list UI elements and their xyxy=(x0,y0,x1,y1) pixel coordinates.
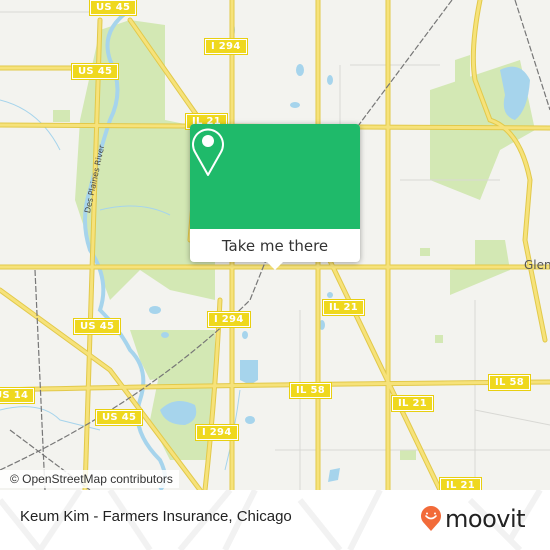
route-shield-us45: US 45 xyxy=(70,63,120,80)
route-shield-il58: IL 58 xyxy=(488,374,531,391)
route-shield-us45: US 45 xyxy=(88,0,138,16)
route-shield-us45: US 45 xyxy=(94,409,144,426)
route-shield-i294: I 294 xyxy=(207,311,251,328)
footer: Keum Kim - Farmers Insurance, Chicago mo… xyxy=(0,490,550,550)
place-title: Keum Kim - Farmers Insurance, Chicago xyxy=(20,508,292,525)
take-me-there-button[interactable]: Take me there xyxy=(190,229,360,262)
map-pin-icon xyxy=(192,128,224,176)
moovit-pin-smile-icon xyxy=(421,506,441,531)
place-label: Glen xyxy=(524,258,550,272)
route-shield-us14: US 14 xyxy=(0,387,36,404)
route-shield-i294: I 294 xyxy=(195,424,239,441)
route-shield-il21: IL 21 xyxy=(439,477,482,490)
moovit-wordmark: moovit xyxy=(445,505,526,533)
route-shield-il21: IL 21 xyxy=(322,299,365,316)
route-shield-i294: I 294 xyxy=(204,38,248,55)
location-popup[interactable]: Take me there xyxy=(190,124,360,270)
route-shield-il58: IL 58 xyxy=(289,382,332,399)
map-attribution[interactable]: © OpenStreetMap contributors xyxy=(0,470,179,488)
route-shield-us45: US 45 xyxy=(72,318,122,335)
map[interactable]: US 45 US 45 I 294 IL 21 US 45 I 294 IL 2… xyxy=(0,0,550,490)
popup-pointer xyxy=(267,262,283,270)
route-shield-il21: IL 21 xyxy=(391,395,434,412)
moovit-logo[interactable]: moovit xyxy=(420,505,526,533)
popup-header xyxy=(190,124,360,229)
